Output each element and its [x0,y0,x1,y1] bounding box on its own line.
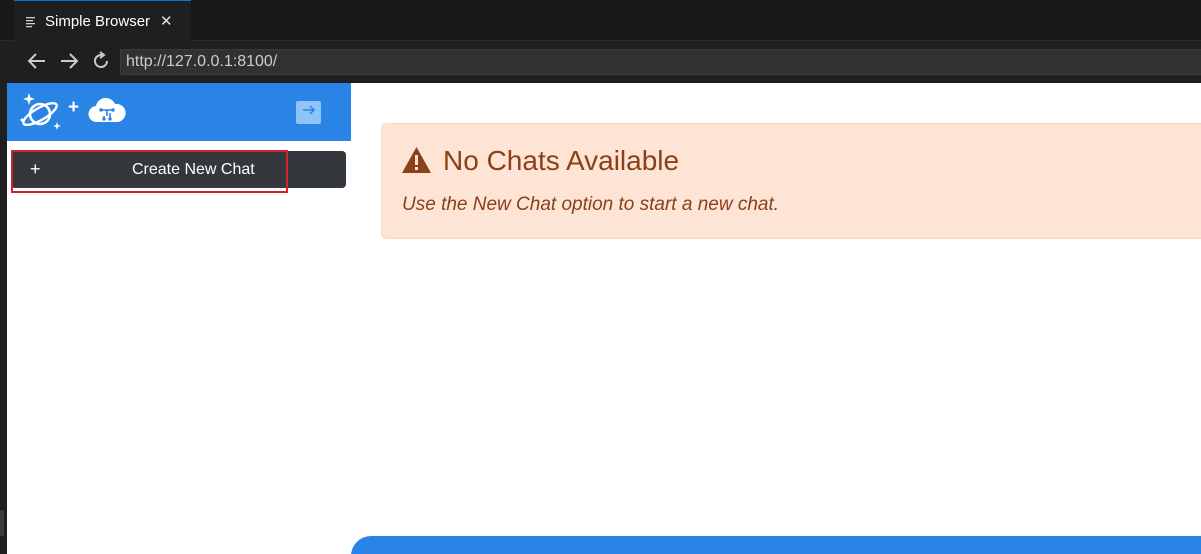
reload-icon[interactable] [90,50,112,72]
tab-simple-browser[interactable]: Simple Browser ✕ [14,0,191,41]
chat-input-bar [351,536,1201,554]
create-new-chat-label: Create New Chat [132,161,255,178]
navigation-bar: http://127.0.0.1:8100/ [0,41,1201,83]
file-icon [26,15,36,28]
plus-icon: + [30,159,41,179]
sidebar-header: + [7,83,351,141]
logo-separator: + [68,97,80,118]
left-edge-marker [0,510,4,536]
ai-cloud-icon [87,96,127,133]
sidebar: + + Create New Chat [7,83,351,554]
arrow-right-icon [301,103,317,122]
close-icon[interactable]: ✕ [160,14,173,29]
web-page: + + Create New Chat No Chats Available U… [7,83,1201,554]
collapse-sidebar-button[interactable] [296,101,321,124]
forward-arrow-icon[interactable] [58,50,80,72]
warning-icon [401,146,432,179]
no-chats-alert: No Chats Available Use the New Chat opti… [381,123,1201,239]
alert-message: Use the New Chat option to start a new c… [402,194,780,215]
left-edge [0,83,7,554]
back-arrow-icon[interactable] [26,50,48,72]
planet-sparkle-icon [19,91,67,140]
create-new-chat-button[interactable]: + Create New Chat [11,151,346,188]
address-bar[interactable]: http://127.0.0.1:8100/ [120,49,1201,75]
tab-bar: Simple Browser ✕ [0,0,1201,41]
alert-title: No Chats Available [443,145,680,176]
tab-title: Simple Browser [45,12,151,30]
